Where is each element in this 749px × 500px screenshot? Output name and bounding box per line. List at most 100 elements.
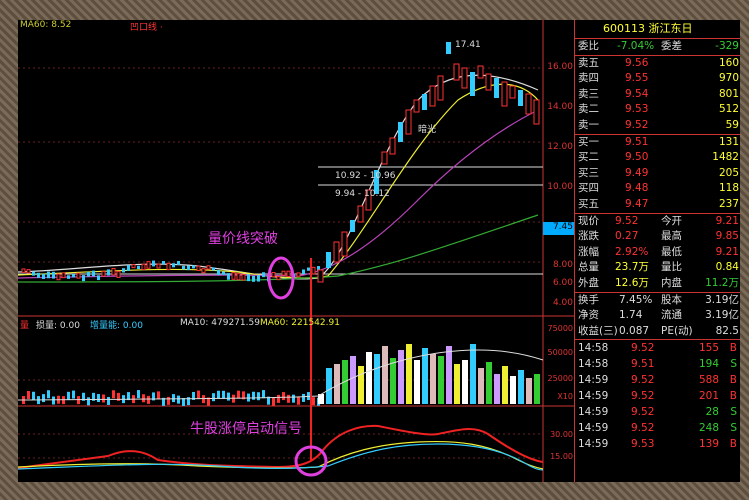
trade-price: 9.52 <box>631 406 655 419</box>
candle <box>92 270 95 277</box>
stat-row: 外盘 12.6万 内盘 11.2万 <box>575 276 740 292</box>
ask-row: 卖四 9.55 970 <box>575 71 740 87</box>
candle <box>76 272 81 279</box>
candle <box>72 274 75 278</box>
bid-label: 买三 <box>578 166 599 179</box>
fund-row: 收益(三) 0.087 PE(动) 82.5 <box>575 324 740 340</box>
volume-axis-unit: X10 <box>557 392 573 401</box>
candle <box>509 85 516 99</box>
volume-loss: 损量: 0.00 <box>36 321 80 331</box>
trade-volume: 201 <box>698 390 719 403</box>
trade-price: 9.53 <box>631 438 655 451</box>
ma5-line <box>18 74 539 280</box>
candle <box>262 272 265 278</box>
candle <box>252 275 255 282</box>
candle <box>56 273 61 281</box>
candle <box>302 269 305 275</box>
volume-bar <box>390 358 396 404</box>
volume-bar <box>382 346 388 404</box>
bid-volume: 131 <box>718 135 739 148</box>
candle <box>61 272 66 279</box>
candle <box>177 260 180 265</box>
stat-label: 内盘 <box>661 276 682 289</box>
ask-row: 卖五 9.56 160 <box>575 56 740 72</box>
bid-price: 9.47 <box>625 197 649 210</box>
volume-bar <box>534 374 540 404</box>
volume-bar <box>217 390 220 399</box>
trade-price: 9.52 <box>631 390 655 403</box>
volume-bar <box>282 392 285 401</box>
stat-value: 9.21 <box>715 214 739 227</box>
candle <box>152 260 155 267</box>
volume-bar <box>510 376 516 404</box>
stat-value: 2.92% <box>615 245 649 258</box>
bid-price: 9.50 <box>625 151 649 164</box>
volume-bar <box>32 391 35 400</box>
volume-bar <box>62 396 65 405</box>
candle <box>494 78 499 98</box>
fund-label: 股本 <box>661 293 682 306</box>
trade-time: 14:59 <box>578 390 609 403</box>
ask-price: 9.54 <box>625 87 649 100</box>
volume-bar <box>374 354 380 404</box>
candle <box>182 265 185 270</box>
trade-row: 14:59 9.52 201 B <box>575 388 740 404</box>
candle <box>281 270 286 276</box>
candle <box>32 271 35 276</box>
candle <box>257 275 260 282</box>
fund-label: 净资 <box>578 309 599 322</box>
trade-row: 14:58 9.51 194 S <box>575 356 740 372</box>
candle <box>97 275 100 281</box>
candle <box>461 67 468 89</box>
bid-volume: 205 <box>718 166 739 179</box>
trade-side: B <box>729 342 737 355</box>
volume-bar <box>227 392 230 401</box>
trade-side: B <box>729 374 737 387</box>
kline-chart-area[interactable]: MA60: 8.52 凹口线 · 量价线突破 牛股涨停启动信号 17.41 10… <box>18 20 574 482</box>
volume-bar <box>358 366 364 404</box>
stock-title: 600113 浙江东日 <box>575 20 740 39</box>
trade-side: S <box>730 422 737 435</box>
stat-row: 涨幅 2.92% 最低 9.21 <box>575 245 740 261</box>
stat-label: 涨幅 <box>578 245 599 258</box>
stat-row: 涨跌 0.27 最高 9.85 <box>575 229 740 245</box>
indicator-axis-label: 30.00 <box>550 430 573 439</box>
candle <box>227 273 230 280</box>
ask-volume: 801 <box>718 87 739 100</box>
volume-bars[interactable] <box>22 344 540 406</box>
volume-bar <box>177 395 180 404</box>
trade-row: 14:59 9.52 28 S <box>575 404 740 420</box>
bid-book: 买一 9.51 131 买二 9.50 1482 买三 9.49 205 买四 9.48 118 买五 9… <box>575 135 740 214</box>
ask-volume: 512 <box>718 103 739 116</box>
indicator-name: 凹口线 · <box>130 23 163 33</box>
stat-label: 总量 <box>578 261 599 274</box>
ask-price: 9.56 <box>625 56 649 69</box>
candle <box>42 273 45 279</box>
volume-bar <box>142 394 145 403</box>
candle <box>296 272 301 277</box>
breakout-annotation: 量价线突破 <box>208 231 278 247</box>
candle <box>413 99 420 113</box>
volume-bar <box>292 394 295 403</box>
stat-value: 0.27 <box>615 230 639 243</box>
volume-bar <box>232 394 235 403</box>
candle <box>501 81 508 107</box>
volume-bar <box>518 370 524 404</box>
mark-label: 暗光 <box>418 125 437 135</box>
volume-bar <box>137 390 140 399</box>
volume-bar <box>406 344 412 404</box>
trade-price: 9.52 <box>631 342 655 355</box>
volume-bar <box>52 396 55 405</box>
weicha-label: 委差 <box>661 40 682 52</box>
kline-chart-svg[interactable] <box>18 20 574 482</box>
volume-axis-label: 25000 <box>547 374 573 383</box>
volume-bar <box>326 368 332 404</box>
candlestick-series[interactable] <box>21 42 540 283</box>
ask-volume: 160 <box>718 56 739 69</box>
candle <box>350 220 355 232</box>
volume-bar <box>147 395 150 404</box>
volume-ma60: MA60: 221542.91 <box>260 318 340 328</box>
trade-price: 9.51 <box>631 358 655 371</box>
weibi-row: 委比 -7.04% 委差 -329 <box>575 39 740 56</box>
stat-label: 量比 <box>661 261 682 274</box>
